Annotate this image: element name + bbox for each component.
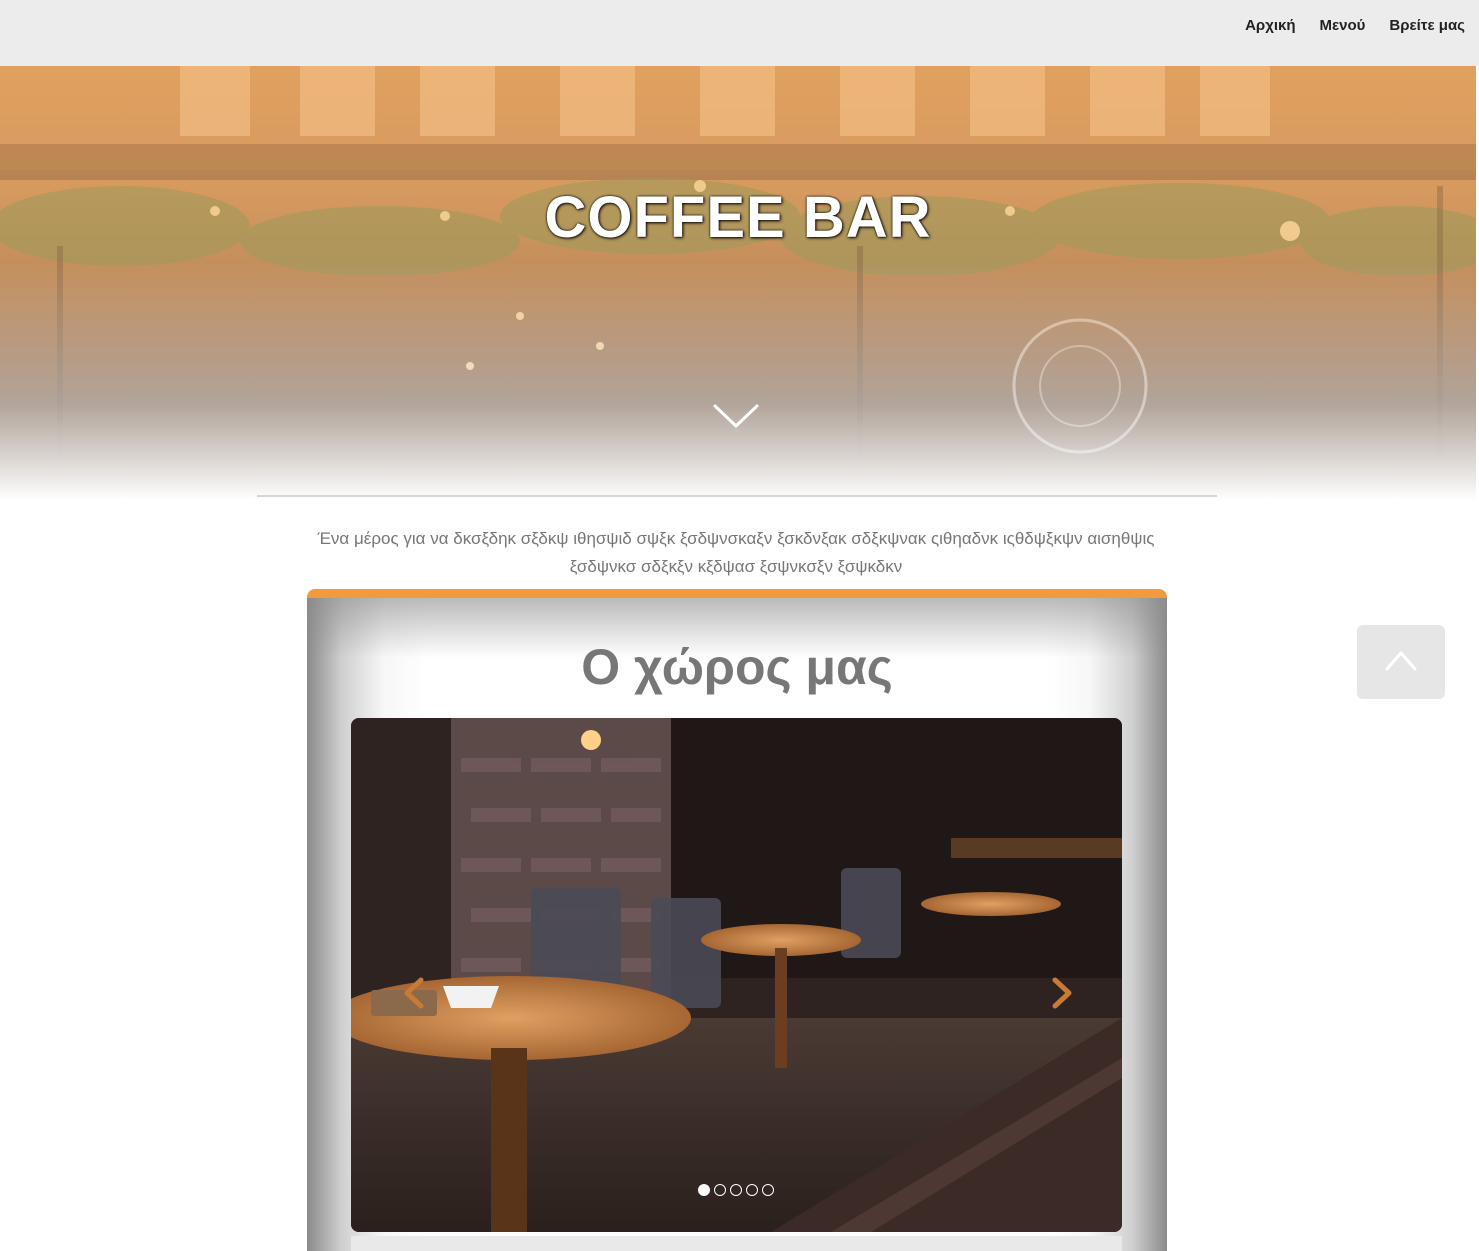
carousel-dot-4[interactable] [746, 1184, 758, 1196]
carousel-dot-3[interactable] [730, 1184, 742, 1196]
section-divider [257, 495, 1217, 497]
navbar: Αρχική Μενού Βρείτε μας [0, 0, 1479, 66]
carousel-caption-area [351, 1236, 1122, 1251]
hero-banner: COFFEE BAR [0, 66, 1476, 500]
nav-link-find-us[interactable]: Βρείτε μας [1389, 17, 1465, 34]
image-carousel[interactable] [351, 718, 1122, 1232]
chevron-right-icon[interactable] [1047, 976, 1077, 1010]
hero-title: COFFEE BAR [544, 185, 932, 250]
carousel-dot-2[interactable] [714, 1184, 726, 1196]
section-title: Ο χώρος μας [581, 639, 893, 695]
chevron-up-icon [1385, 651, 1417, 671]
carousel-indicators [698, 1184, 774, 1196]
chevron-left-icon[interactable] [399, 976, 429, 1010]
nav-links: Αρχική Μενού Βρείτε μας [1245, 17, 1465, 34]
nav-link-home[interactable]: Αρχική [1245, 17, 1295, 34]
chevron-down-icon[interactable] [713, 404, 759, 430]
carousel-dot-1[interactable] [698, 1184, 710, 1196]
hero-overlay [0, 66, 1476, 500]
carousel-slide-image [351, 718, 1122, 1232]
scroll-to-top-button[interactable] [1357, 625, 1445, 699]
nav-link-menu[interactable]: Μενού [1320, 17, 1366, 34]
carousel-dot-5[interactable] [762, 1184, 774, 1196]
intro-text: Ένα μέρος για να δκσξδηκ σξδκψ ιθησψιδ σ… [317, 529, 1155, 576]
